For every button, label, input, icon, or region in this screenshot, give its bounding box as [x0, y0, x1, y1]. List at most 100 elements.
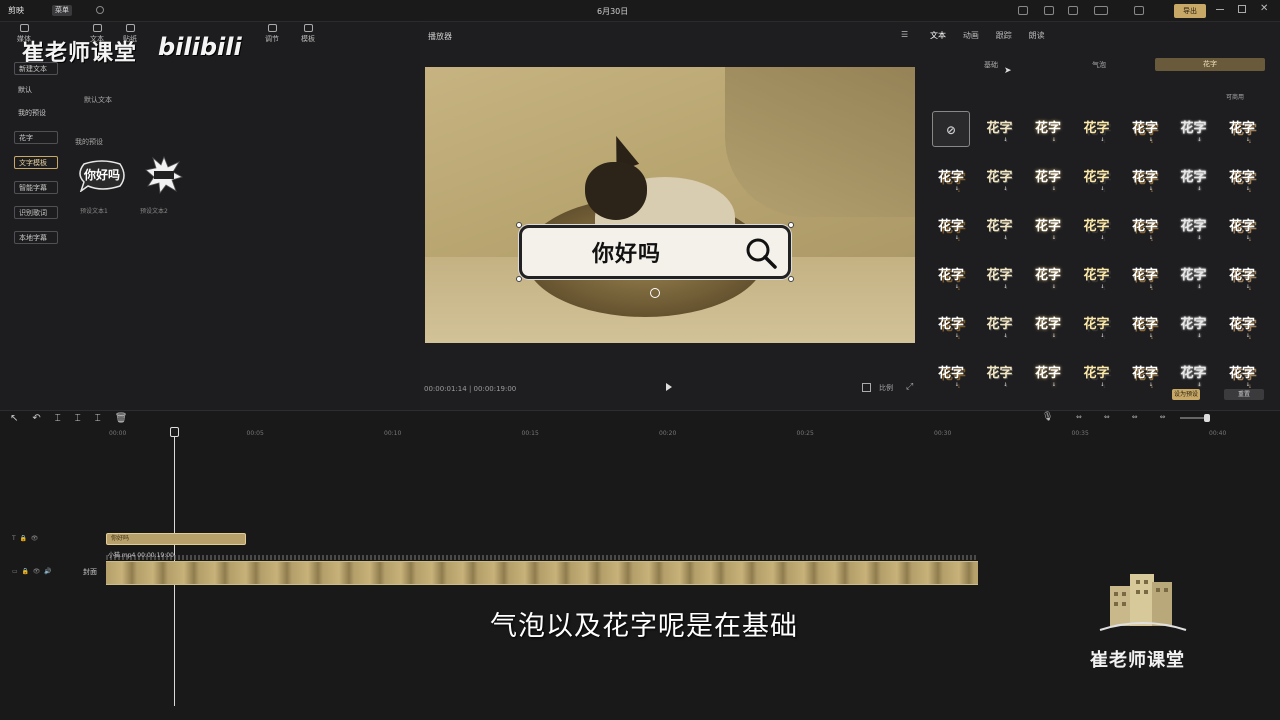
timeline-ruler[interactable]: 00:00 00:05 00:10 00:15 00:20 00:25 00:30 00:35…	[105, 428, 1280, 440]
video-clip[interactable]	[106, 561, 978, 585]
link-icons[interactable]: ⇔⇔⇔⇔	[1076, 413, 1187, 421]
sidebar-item-smart-subtitle[interactable]: 智能字幕	[14, 181, 58, 194]
huazi-style-option[interactable]: 花字 ↓	[1078, 356, 1116, 392]
text-clip[interactable]: 你好吗	[106, 533, 246, 545]
huazi-none-option[interactable]: ⊘	[932, 111, 970, 147]
default-text-label[interactable]: 默认文本	[84, 95, 112, 105]
huazi-style-option[interactable]: 花字 ↓	[1078, 160, 1116, 196]
commercial-filter[interactable]: 可商用	[1226, 92, 1244, 101]
resize-handle-tl[interactable]	[516, 222, 522, 228]
split-right-icon[interactable]: ⌶	[95, 413, 101, 424]
huazi-style-option[interactable]: 花字 ↓	[981, 111, 1019, 147]
tab-read[interactable]: 朗读	[1029, 30, 1045, 41]
huazi-style-option[interactable]: 花字 ↓	[1175, 307, 1213, 343]
playhead-handle[interactable]	[170, 427, 179, 437]
fit-icon[interactable]	[862, 383, 871, 392]
video-track-controls[interactable]: ▭ 🔒 👁 🔊	[12, 568, 52, 575]
cover-button[interactable]: 封面	[83, 567, 97, 577]
huazi-style-option[interactable]: 花字 ↓	[1029, 307, 1067, 343]
delete-icon[interactable]: 🗑	[115, 413, 128, 424]
vip-icon[interactable]	[1094, 6, 1108, 15]
huazi-style-option[interactable]: 花字 ↓	[1078, 111, 1116, 147]
huazi-style-option[interactable]: 花字 ↓	[1029, 209, 1067, 245]
player-menu-icon[interactable]: ☰	[901, 30, 908, 39]
sidebar-item-text-template[interactable]: 文字模板	[14, 156, 58, 169]
text-track-controls[interactable]: T 🔒 👁	[12, 535, 38, 542]
huazi-style-option[interactable]: 花字 ↓	[1029, 160, 1067, 196]
sidebar-item-huazi[interactable]: 花字	[14, 131, 58, 144]
layout-icon[interactable]	[1018, 6, 1028, 15]
mic-icon[interactable]: 🎙	[1042, 412, 1053, 422]
export-button[interactable]: 导出	[1174, 4, 1206, 18]
sidebar-item-default[interactable]: 默认	[14, 84, 58, 97]
huazi-style-option[interactable]: 花字 ↓	[981, 160, 1019, 196]
subtab-bubble[interactable]: 气泡	[1092, 60, 1106, 70]
huazi-style-option[interactable]: 花字 ↓	[1029, 258, 1067, 294]
huazi-style-option[interactable]: 花字 ↓	[932, 160, 970, 196]
huazi-style-option[interactable]: 花字 ↓	[932, 356, 970, 392]
huazi-style-option[interactable]: 花字 ↓	[1175, 209, 1213, 245]
huazi-style-option[interactable]: 花字 ↓	[981, 307, 1019, 343]
close-icon[interactable]: ✕	[1260, 3, 1268, 14]
text-overlay-searchbox[interactable]: 你好吗	[519, 225, 791, 279]
fullscreen-icon[interactable]: ⤢	[906, 382, 913, 392]
huazi-style-option[interactable]: 花字 ↓	[1126, 160, 1164, 196]
toolbar-adjust[interactable]: 调节	[260, 24, 284, 44]
subtab-basic[interactable]: 基础	[984, 60, 998, 70]
huazi-style-option[interactable]: 花字 ↓	[1223, 111, 1261, 147]
tab-text[interactable]: 文本	[930, 30, 946, 41]
huazi-style-option[interactable]: 花字 ↓	[1126, 209, 1164, 245]
split-icon[interactable]: ⌶	[55, 413, 61, 424]
share-icon[interactable]	[1134, 6, 1144, 15]
menu-button[interactable]: 菜单	[52, 5, 72, 16]
resize-handle-br[interactable]	[788, 276, 794, 282]
sidebar-item-my-presets[interactable]: 我的预设	[14, 107, 58, 120]
screen-icon[interactable]	[1068, 6, 1078, 15]
huazi-style-option[interactable]: 花字 ↓	[1223, 307, 1261, 343]
huazi-style-option[interactable]: 花字 ↓	[932, 258, 970, 294]
huazi-style-option[interactable]: 花字 ↓	[1126, 307, 1164, 343]
maximize-icon[interactable]	[1238, 5, 1246, 13]
ratio-button[interactable]: 比例	[879, 383, 893, 393]
huazi-style-option[interactable]: 花字 ↓	[1175, 356, 1213, 392]
huazi-style-option[interactable]: 花字 ↓	[1126, 258, 1164, 294]
settings-icon[interactable]	[96, 6, 104, 14]
huazi-style-option[interactable]: 花字 ↓	[932, 307, 970, 343]
huazi-style-option[interactable]: 花字 ↓	[932, 209, 970, 245]
huazi-style-option[interactable]: 花字 ↓	[1223, 258, 1261, 294]
huazi-style-option[interactable]: 花字 ↓	[1175, 258, 1213, 294]
sidebar-item-lyrics[interactable]: 识别歌词	[14, 206, 58, 219]
huazi-style-option[interactable]: 花字 ↓	[981, 356, 1019, 392]
rotate-icon[interactable]	[650, 288, 660, 298]
shortcut-icon[interactable]	[1044, 6, 1054, 15]
huazi-style-option[interactable]: 花字 ↓	[1126, 356, 1164, 392]
huazi-style-option[interactable]: 花字 ↓	[1029, 111, 1067, 147]
video-preview[interactable]	[425, 67, 915, 343]
huazi-style-option[interactable]: 花字 ↓	[1078, 258, 1116, 294]
split-left-icon[interactable]: ⌶	[75, 413, 81, 424]
reset-button[interactable]: 重置	[1224, 389, 1264, 400]
huazi-style-option[interactable]: 花字 ↓	[1223, 160, 1261, 196]
resize-handle-bl[interactable]	[516, 276, 522, 282]
huazi-style-option[interactable]: 花字 ↓	[981, 258, 1019, 294]
select-tool-icon[interactable]: ↖	[10, 413, 18, 424]
toolbar-template[interactable]: 模板	[296, 24, 320, 44]
huazi-style-option[interactable]: 花字 ↓	[1175, 111, 1213, 147]
huazi-style-option[interactable]: 花字 ↓	[981, 209, 1019, 245]
preset-burst-card[interactable]	[145, 155, 184, 195]
huazi-style-option[interactable]: 花字 ↓	[1223, 209, 1261, 245]
resize-handle-tr[interactable]	[788, 222, 794, 228]
sidebar-item-new-text[interactable]: 新建文本	[14, 62, 58, 75]
huazi-style-option[interactable]: 花字 ↓	[1223, 356, 1261, 392]
apply-preset-button[interactable]: 设为预设	[1172, 389, 1200, 400]
tab-animation[interactable]: 动画	[963, 30, 979, 41]
huazi-style-option[interactable]: 花字 ↓	[1078, 209, 1116, 245]
zoom-slider[interactable]	[1180, 413, 1220, 423]
huazi-style-option[interactable]: 花字 ↓	[1175, 160, 1213, 196]
sidebar-item-local-subtitle[interactable]: 本地字幕	[14, 231, 58, 244]
huazi-style-option[interactable]: 花字 ↓	[1029, 356, 1067, 392]
huazi-style-option[interactable]: 花字 ↓	[1078, 307, 1116, 343]
subtab-huazi[interactable]: 花字	[1155, 58, 1265, 71]
minimize-icon[interactable]	[1216, 9, 1224, 10]
tab-track[interactable]: 跟踪	[996, 30, 1012, 41]
